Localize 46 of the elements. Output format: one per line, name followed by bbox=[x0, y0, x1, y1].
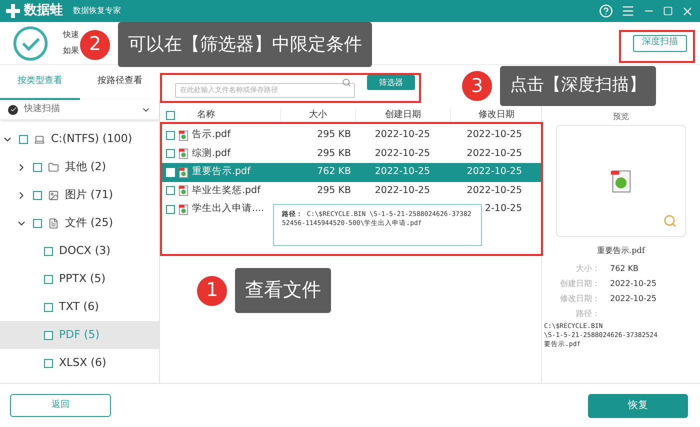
app-name: 数据蛙 bbox=[24, 2, 63, 20]
modified-date: 2022-10-25 bbox=[466, 128, 523, 142]
callout-bubble: 点击【深度扫描】 bbox=[500, 66, 656, 106]
detail-label: 路径： bbox=[575, 308, 600, 320]
tree-label: DOCX (3) bbox=[59, 242, 110, 259]
modified-date: 2022-10-25 bbox=[466, 165, 523, 180]
created-date: 2022-10-25 bbox=[374, 165, 432, 180]
modified-date: 2022-10-25 bbox=[466, 184, 523, 198]
modified-date: 2022-10-25 bbox=[466, 146, 523, 161]
step-number: 2 bbox=[80, 30, 110, 60]
file-size: 295 KB bbox=[316, 184, 352, 198]
tree-label: 图片 (71) bbox=[65, 186, 114, 203]
hint-text: 如果 bbox=[63, 45, 79, 57]
step-number: 3 bbox=[462, 71, 492, 101]
detail-label: 创建日期： bbox=[559, 278, 600, 290]
file-size: 762 KB bbox=[316, 165, 352, 180]
file-size: 295 KB bbox=[316, 146, 352, 161]
preview-title: 预览 bbox=[613, 111, 629, 123]
callout-bubble: 查看文件 bbox=[235, 268, 331, 313]
file-size: 295 KB bbox=[316, 128, 352, 142]
detail-label: 修改日期： bbox=[559, 293, 600, 305]
tree-label: PPTX (5) bbox=[59, 270, 106, 287]
callout-bubble: 可以在【筛选器】中限定条件 bbox=[118, 22, 372, 67]
tree-label: PDF (5) bbox=[59, 326, 100, 343]
tree-label: TXT (6) bbox=[59, 298, 99, 315]
detail-value: 762 KB bbox=[609, 263, 640, 275]
file-name: 重要告示.pdf bbox=[192, 165, 250, 180]
tree-label: 文件 (25) bbox=[65, 214, 114, 231]
tree-label: C:(NTFS) (100) bbox=[51, 130, 132, 147]
detail-value: 2022-10-25 bbox=[609, 278, 658, 290]
tree-label: XLSX (6) bbox=[59, 354, 106, 371]
preview-file-name: 重要告示.pdf bbox=[597, 245, 645, 257]
status-text: 快速 bbox=[63, 29, 79, 41]
detail-label: 大小： bbox=[575, 263, 600, 275]
step-number: 1 bbox=[197, 276, 227, 306]
created-date: 2022-10-25 bbox=[374, 128, 432, 142]
app-subtitle: 数据恢复专家 bbox=[73, 5, 121, 17]
detail-value: 2022-10-25 bbox=[609, 293, 658, 305]
file-name: 毕业生奖惩.pdf bbox=[192, 184, 260, 198]
created-date: 2022-10-25 bbox=[374, 184, 432, 198]
created-date: 2022-10-25 bbox=[374, 146, 432, 161]
file-name: 学生出入申请.... bbox=[192, 202, 264, 216]
tree-label: 其他 (2) bbox=[65, 158, 106, 175]
file-name: 综测.pdf bbox=[192, 146, 230, 161]
scan-mode-label: 快速扫描 bbox=[24, 102, 60, 116]
file-name: 告示.pdf bbox=[192, 128, 230, 142]
